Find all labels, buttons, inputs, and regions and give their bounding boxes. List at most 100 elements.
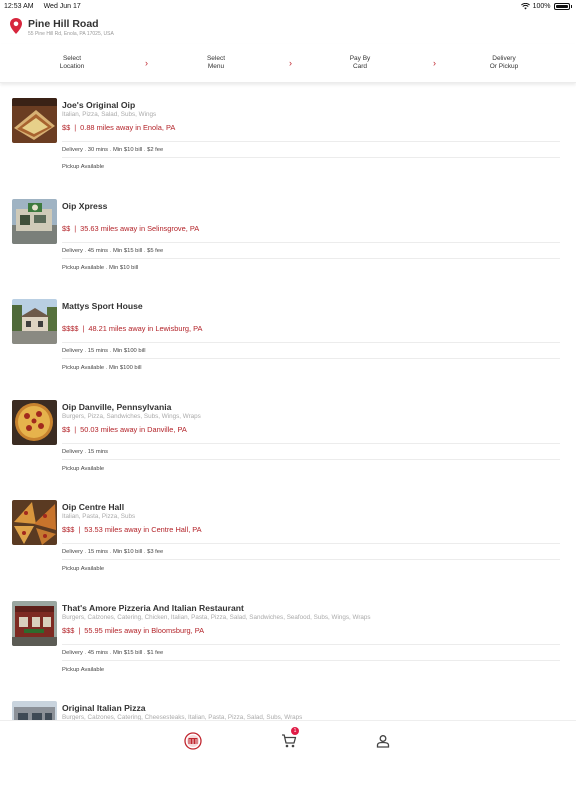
separator: |	[74, 123, 77, 132]
delivery-min: Min $10 bill	[108, 147, 142, 153]
delivery-time: 45 mins	[83, 650, 108, 656]
delivery-label: Delivery	[62, 147, 83, 153]
delivery-time: 45 mins	[83, 248, 108, 254]
step-select-menu[interactable]: Select Menu ›	[144, 55, 292, 71]
status-time: 12:53 AM	[4, 2, 34, 10]
restaurant-card[interactable]: Joe's Original Oip Italian, Pizza, Salad…	[0, 93, 576, 194]
step-label: Pay By Card	[349, 55, 371, 70]
address-subtitle: 55 Pine Hill Rd, Enola, PA 17025, USA	[28, 31, 114, 37]
delivery-fee: $1 fee	[142, 650, 163, 656]
divider	[62, 559, 560, 560]
restaurant-logo-icon	[184, 732, 202, 750]
distance: 53.53 miles away in Centre Hall, PA	[84, 525, 202, 534]
tab-cart[interactable]: 1	[279, 727, 299, 751]
divider	[62, 157, 560, 158]
delivery-label: Delivery	[62, 549, 83, 555]
restaurant-card[interactable]: Oip Centre Hall Italian, Pasta, Pizza, S…	[0, 495, 576, 596]
battery-percent: 100%	[532, 2, 551, 10]
restaurant-card[interactable]: Oip Danville, Pennsylvania Burgers, Pizz…	[0, 395, 576, 496]
restaurant-card[interactable]: Mattys Sport House $$$$ | 48.21 miles away…	[0, 294, 576, 395]
distance: 0.88 miles away in Enola, PA	[80, 123, 176, 132]
pickup-label: Pickup Available	[62, 264, 105, 271]
restaurant-name: Mattys Sport House	[62, 301, 143, 311]
divider	[62, 643, 560, 645]
delivery-min: Min $15 bill	[108, 650, 142, 656]
distance: 55.95 miles away in Bloomsburg, PA	[84, 625, 205, 635]
restaurant-cuisine: Italian, Pasta, Pizza, Subs	[62, 513, 136, 520]
price-and-distance: $$ | 0.88 miles away in Enola, PA	[62, 123, 175, 132]
divider	[62, 257, 560, 259]
restaurant-list: Joe's Original Oip Italian, Pizza, Salad…	[0, 93, 576, 797]
price-level: $$	[62, 223, 71, 233]
delivery-info: Delivery45 minsMin $15 bill$1 fee	[62, 650, 163, 656]
step-pay-by-card[interactable]: Pay By Card ›	[288, 55, 436, 71]
tab-restaurants[interactable]	[183, 731, 203, 751]
battery-icon	[553, 2, 570, 10]
cart-count-badge: 1	[291, 727, 299, 735]
pickup-label: Pickup Available	[62, 365, 105, 371]
delivery-info: Delivery15 minsMin $10 bill$3 fee	[62, 549, 163, 555]
restaurant-photo	[12, 299, 57, 344]
restaurant-card[interactable]: Oip Xpress $$ | 35.63 miles away in Selins…	[0, 194, 576, 295]
step-delivery-or-pickup[interactable]: Delivery Or Pickup	[432, 55, 576, 71]
price-level: $$	[62, 424, 71, 434]
divider	[62, 241, 560, 243]
delivery-label: Delivery	[62, 247, 83, 254]
restaurant-photo	[12, 600, 57, 646]
price-and-distance: $$$ | 53.53 miles away in Centre Hall, PA	[62, 525, 202, 534]
price-and-distance: $$$$ | 48.21 miles away in Lewisburg, PA	[62, 324, 202, 333]
restaurant-photo	[12, 98, 57, 143]
delivery-fee: $2 fee	[142, 147, 163, 153]
delivery-min: Min $10 bill	[108, 549, 142, 555]
delivery-time: 15 mins	[83, 348, 108, 354]
delivery-info: Delivery15 minsMin $100 bill	[62, 348, 145, 354]
pickup-label: Pickup Available	[62, 666, 105, 673]
order-steps: Select Location › Select Menu › Pay By C…	[0, 44, 576, 83]
price-level: $$$	[62, 525, 75, 534]
pickup-info: Pickup Available	[62, 667, 104, 673]
restaurant-photo	[12, 198, 57, 244]
restaurant-cuisine: Burgers, Pizza, Sandwiches, Subs, Wings,…	[62, 412, 201, 420]
restaurant-name: Joe's Original Oip	[62, 100, 136, 110]
restaurant-name: Original Italian Pizza	[62, 703, 146, 713]
separator: |	[78, 625, 81, 635]
restaurant-name: Oip Danville, Pennsylvania	[62, 401, 172, 412]
delivery-label: Delivery	[62, 649, 83, 656]
wifi-icon	[520, 2, 530, 9]
delivery-time: 30 mins	[83, 147, 108, 153]
delivery-label: Delivery	[62, 348, 83, 354]
divider	[62, 442, 560, 444]
price-and-distance: $$ | 50.03 miles away in Danville, PA	[62, 425, 187, 434]
delivery-min: Min $15 bill	[108, 248, 142, 254]
pickup-min: Min $100 bill	[104, 365, 141, 371]
step-select-location[interactable]: Select Location ›	[0, 55, 148, 71]
delivery-info: Delivery15 mins	[62, 449, 108, 455]
pickup-label: Pickup Available	[62, 465, 105, 472]
tab-profile[interactable]	[373, 731, 393, 751]
pickup-info: Pickup AvailableMin $100 bill	[62, 365, 142, 371]
step-label: Select Location	[59, 55, 85, 70]
restaurant-photo	[12, 399, 57, 445]
pickup-info: Pickup AvailableMin $10 bill	[62, 265, 138, 271]
delivery-info: Delivery45 minsMin $15 bill$5 fee	[62, 248, 163, 254]
price-level: $$	[62, 123, 71, 132]
price-level: $$$	[62, 625, 75, 635]
step-label: Select Menu	[206, 55, 226, 70]
location-header[interactable]: Pine Hill Road 55 Pine Hill Rd, Enola, P…	[0, 12, 576, 45]
profile-icon	[376, 735, 390, 748]
delivery-min: Min $100 bill	[108, 348, 145, 354]
pickup-label: Pickup Available	[62, 566, 105, 572]
divider	[62, 458, 560, 460]
distance: 48.21 miles away in Lewisburg, PA	[88, 324, 203, 333]
pickup-label: Pickup Available	[62, 164, 105, 170]
restaurant-name: Oip Centre Hall	[62, 502, 125, 512]
restaurant-card[interactable]: That's Amore Pizzeria And Italian Restau…	[0, 596, 576, 697]
delivery-time: 15 mins	[83, 449, 108, 455]
divider	[62, 358, 560, 359]
pickup-info: Pickup Available	[62, 164, 104, 170]
address-title: Pine Hill Road	[28, 18, 99, 30]
status-bar: 12:53 AM Wed Jun 17 100%	[0, 0, 576, 12]
divider	[62, 342, 560, 343]
step-label: Delivery Or Pickup	[489, 55, 519, 70]
distance: 50.03 miles away in Danville, PA	[80, 424, 187, 434]
